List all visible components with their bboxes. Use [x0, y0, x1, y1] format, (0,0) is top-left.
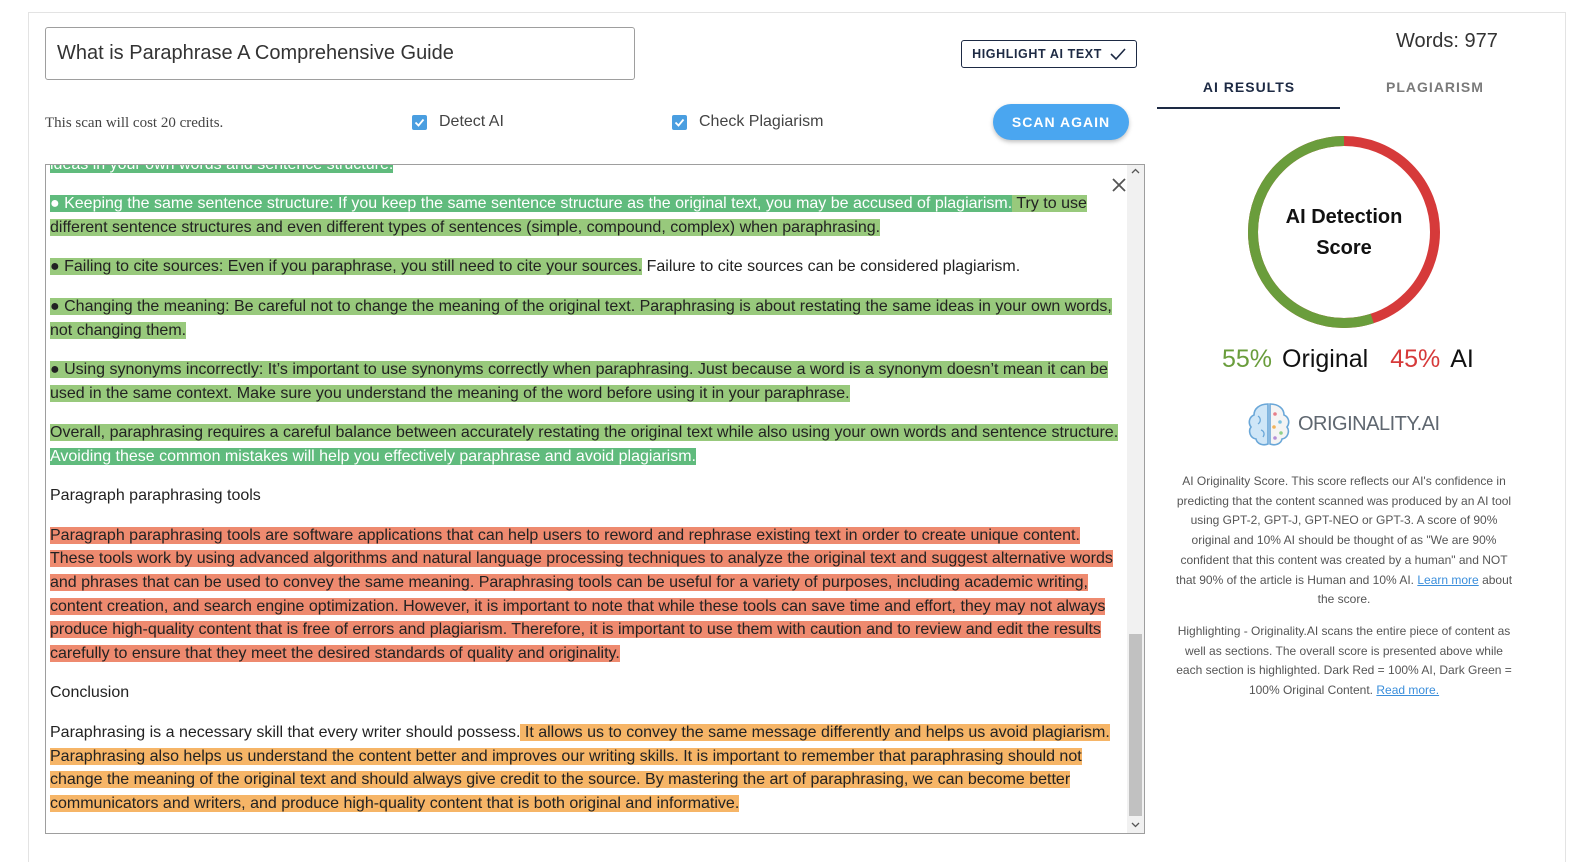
check-icon [1110, 48, 1126, 61]
highlighting-explanation-text: Highlighting - Originality.AI scans the … [1176, 624, 1512, 698]
content-editor[interactable]: ideas in your own words and sentence str… [45, 164, 1145, 834]
scrollbar-thumb[interactable] [1129, 634, 1142, 816]
highlight-segment: Avoiding these common mistakes will help… [50, 447, 696, 465]
checkbox-checked-icon [672, 114, 687, 130]
read-more-link[interactable]: Read more. [1376, 683, 1439, 697]
section-heading: Paragraph paraphrasing tools [50, 487, 261, 505]
plain-segment: Paraphrasing is a necessary skill that e… [50, 723, 521, 741]
document-title-text: What is Paraphrase A Comprehensive Guide [57, 42, 454, 64]
check-plagiarism-checkbox[interactable]: Check Plagiarism [672, 113, 823, 131]
original-label: Original [1282, 345, 1369, 373]
logo-text: ORIGINALITY.AI [1298, 412, 1440, 435]
highlight-ai-text-label: HIGHLIGHT AI TEXT [972, 47, 1102, 61]
editor-content: ideas in your own words and sentence str… [50, 165, 1124, 831]
brain-logo-icon [1248, 403, 1290, 446]
paragraph: ● Changing the meaning: Be careful not t… [50, 295, 1124, 342]
score-explanation-text: AI Originality Score. This score reflect… [1175, 474, 1512, 587]
score-summary: 55% Original 45% AI [1222, 345, 1474, 374]
highlight-segment: Paragraph paraphrasing tools are softwar… [50, 526, 1113, 663]
tab-plagiarism[interactable]: PLAGIARISM [1344, 79, 1526, 95]
gauge-label-line1: AI Detection [1285, 206, 1403, 228]
highlight-ai-text-button[interactable]: HIGHLIGHT AI TEXT [961, 40, 1137, 68]
active-tab-indicator [1157, 107, 1340, 109]
score-explanation: AI Originality Score. This score reflect… [1172, 472, 1516, 610]
close-icon[interactable] [1110, 176, 1128, 194]
paragraph: Overall, paraphrasing requires a careful… [50, 421, 1124, 468]
detect-ai-checkbox[interactable]: Detect AI [412, 113, 504, 131]
highlight-segment: ● Changing the meaning: Be careful not t… [50, 297, 1112, 339]
checkbox-checked-icon [412, 114, 427, 130]
highlight-segment: ● Keeping the same sentence structure: I… [50, 195, 1013, 213]
paragraph: ideas in your own words and sentence str… [50, 165, 1124, 177]
originality-logo: ORIGINALITY.AI [1246, 400, 1440, 448]
tab-ai-results[interactable]: AI RESULTS [1158, 79, 1340, 95]
ai-label: AI [1450, 345, 1474, 373]
scan-cost-text: This scan will cost 20 credits. [45, 115, 224, 131]
highlight-segment: ● Failing to cite sources: Even if you p… [50, 258, 643, 276]
paragraph: ● Keeping the same sentence structure: I… [50, 192, 1124, 239]
plain-segment: Failure to cite sources can be considere… [642, 258, 1021, 276]
scroll-down-icon[interactable] [1131, 822, 1140, 828]
paragraph: Paragraph paraphrasing tools are softwar… [50, 524, 1124, 666]
check-plagiarism-label: Check Plagiarism [699, 113, 824, 130]
document-title-input[interactable]: What is Paraphrase A Comprehensive Guide [45, 27, 635, 80]
paragraph: ● Failing to cite sources: Even if you p… [50, 255, 1124, 279]
word-count: Words: 977 [1396, 30, 1498, 52]
detect-ai-label: Detect AI [439, 113, 504, 130]
section-heading: Conclusion [50, 684, 130, 702]
scroll-up-icon[interactable] [1131, 168, 1140, 174]
highlight-segment: ideas in your own words and sentence str… [50, 165, 394, 173]
gauge-label: AI Detection Score [1246, 202, 1442, 264]
highlight-segment: ● Using synonyms incorrectly: It’s impor… [50, 360, 1108, 402]
paragraph: ● Using synonyms incorrectly: It’s impor… [50, 358, 1124, 405]
ai-percent: 45% [1390, 345, 1441, 373]
learn-more-link[interactable]: Learn more [1417, 573, 1478, 587]
paragraph: Paraphrasing is a necessary skill that e… [50, 721, 1124, 816]
highlight-segment: Overall, paraphrasing requires a careful… [50, 424, 1119, 442]
gauge-label-line2: Score [1316, 237, 1372, 259]
original-percent: 55% [1222, 345, 1273, 373]
scan-again-button[interactable]: SCAN AGAIN [993, 104, 1129, 140]
highlighting-explanation: Highlighting - Originality.AI scans the … [1172, 622, 1516, 701]
